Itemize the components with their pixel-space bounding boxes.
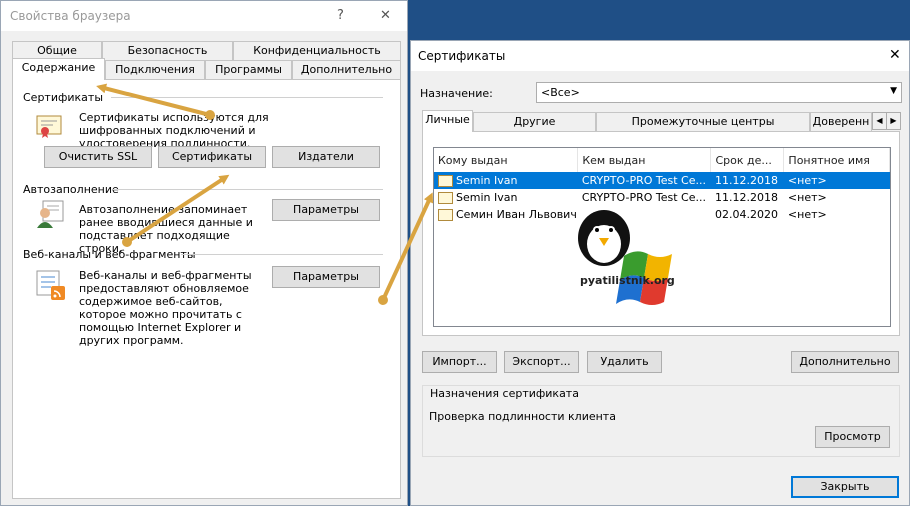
tab-content[interactable]: Содержание xyxy=(12,58,105,80)
annotation-arrows xyxy=(96,83,434,305)
arrow-to-certificate-row xyxy=(378,192,434,305)
tab-personal[interactable]: Личные xyxy=(422,110,473,132)
arrow-to-content-tab xyxy=(96,83,215,120)
arrow-to-certificates-button xyxy=(122,174,230,247)
